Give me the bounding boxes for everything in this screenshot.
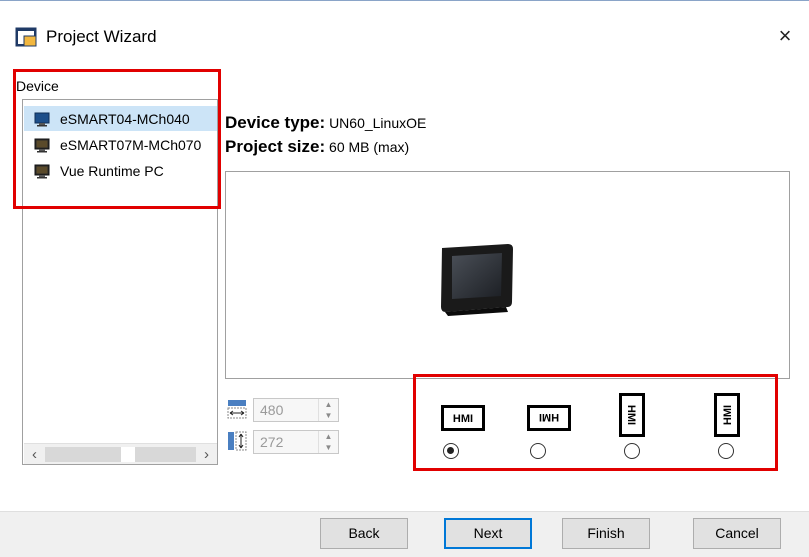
device-list[interactable]: eSMART04-MCh040 eSMART07M-MCh070 Vue Run… (22, 99, 218, 465)
orientation-portrait-icon: HMI (619, 393, 645, 437)
button-bar: Back Next Finish Cancel (0, 511, 809, 557)
scrollbar-track[interactable] (45, 447, 196, 462)
monitor-icon (34, 112, 50, 126)
next-button[interactable]: Next (444, 518, 532, 549)
orientation-icon-text: HMI (625, 405, 637, 425)
orientation-landscape-icon: HMI (441, 405, 485, 431)
height-icon (228, 431, 247, 451)
device-item-label: eSMART07M-MCh070 (60, 136, 202, 153)
device-type-line: Device type: UN60_LinuxOE (225, 113, 426, 133)
scroll-left-icon[interactable]: ‹ (24, 444, 45, 465)
scrollbar-thumb[interactable] (121, 447, 135, 462)
project-size-value: 60 MB (max) (329, 139, 410, 155)
window-title: Project Wizard (46, 27, 157, 46)
device-item-esmart04[interactable]: eSMART04-MCh040 (24, 106, 217, 131)
hmi-device-image (441, 244, 513, 316)
device-type-value: UN60_LinuxOE (329, 115, 427, 131)
horizontal-scrollbar[interactable]: ‹ › (24, 443, 217, 464)
orientation-radio-landscape[interactable] (443, 443, 459, 459)
project-size-label: Project size: (225, 137, 326, 156)
project-size-line: Project size: 60 MB (max) (225, 137, 409, 157)
finish-button[interactable]: Finish (562, 518, 650, 549)
title-bar: Project Wizard × (0, 1, 809, 53)
device-label: Device (16, 78, 59, 94)
spin-up-icon[interactable]: ▲ (319, 399, 338, 410)
spin-up-icon[interactable]: ▲ (319, 431, 338, 442)
device-item-esmart07m[interactable]: eSMART07M-MCh070 (24, 132, 217, 157)
spin-down-icon[interactable]: ▼ (319, 410, 338, 421)
device-preview-panel (225, 171, 790, 379)
spin-down-icon[interactable]: ▼ (319, 442, 338, 453)
width-icon (227, 400, 247, 419)
orientation-icon-text: HMI (453, 413, 473, 425)
cancel-button[interactable]: Cancel (693, 518, 781, 549)
device-type-label: Device type: (225, 113, 326, 132)
orientation-icon-text: HMI (539, 411, 559, 423)
back-button[interactable]: Back (320, 518, 408, 549)
wizard-content: Device eSMART04-MCh040 eSMART07M-MCh070 (0, 53, 809, 511)
height-value: 272 (260, 434, 284, 450)
orientation-icon-text: HMI (722, 405, 734, 425)
height-spinbox[interactable]: 272 ▲ ▼ (253, 430, 339, 454)
height-spin-buttons[interactable]: ▲ ▼ (318, 431, 338, 453)
orientation-radio-portrait-flipped[interactable] (718, 443, 734, 459)
orientation-radio-landscape-flipped[interactable] (530, 443, 546, 459)
close-button[interactable]: × (770, 21, 800, 51)
monitor-icon (34, 138, 50, 152)
device-item-vue-runtime-pc[interactable]: Vue Runtime PC (24, 158, 217, 183)
orientation-landscape-flipped-icon: HMI (527, 405, 571, 431)
orientation-radio-portrait[interactable] (624, 443, 640, 459)
device-item-label: eSMART04-MCh040 (60, 110, 190, 127)
width-spinbox[interactable]: 480 ▲ ▼ (253, 398, 339, 422)
width-spin-buttons[interactable]: ▲ ▼ (318, 399, 338, 421)
device-item-label: Vue Runtime PC (60, 162, 164, 179)
orientation-portrait-flipped-icon: HMI (714, 393, 740, 437)
app-window-icon (15, 27, 37, 47)
monitor-icon (34, 164, 50, 178)
scroll-right-icon[interactable]: › (196, 444, 217, 465)
project-wizard-window: Project Wizard × Device eSMART04-MCh040 (0, 0, 809, 557)
width-value: 480 (260, 402, 284, 418)
